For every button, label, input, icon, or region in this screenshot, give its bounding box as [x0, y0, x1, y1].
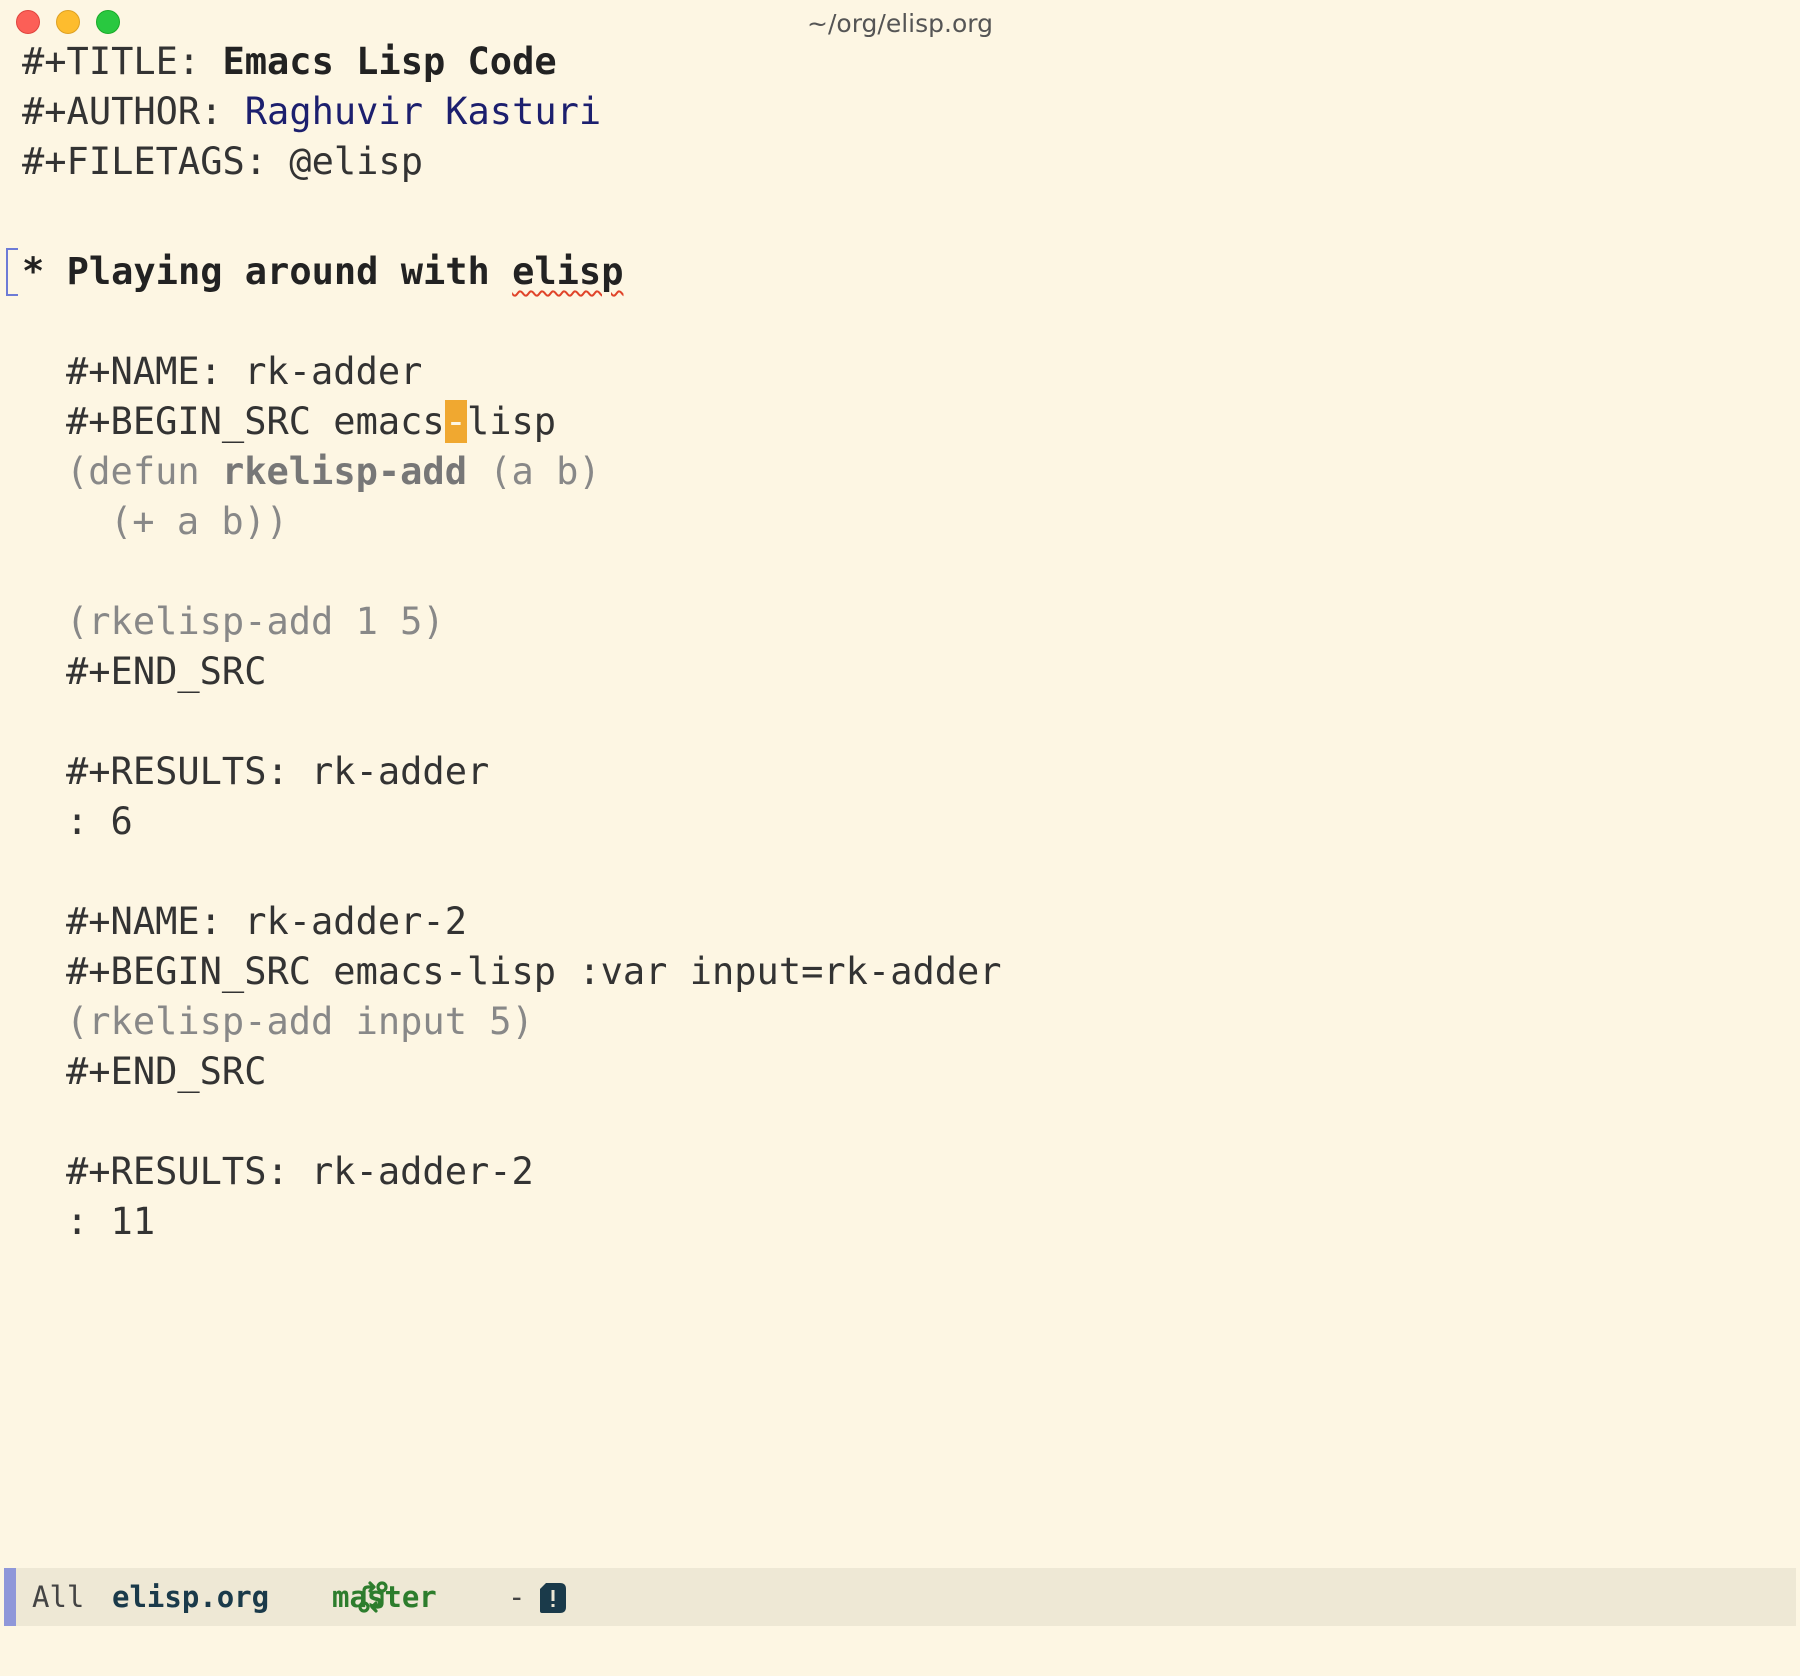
code-defun: (defun — [66, 450, 222, 493]
block1-begin-pre: #+BEGIN_SRC emacs — [66, 400, 445, 443]
buffer-position: All — [32, 1580, 85, 1614]
title-line[interactable]: #+TITLE: Emacs Lisp Code — [22, 37, 557, 87]
document-title: Emacs Lisp Code — [222, 40, 557, 83]
text-cursor: - — [444, 400, 467, 443]
author-name: Raghuvir Kasturi — [244, 90, 602, 133]
mode-line: All elisp.org master - — [4, 1568, 1796, 1626]
mode-line-active-bar — [4, 1568, 16, 1626]
heading-line[interactable]: * Playing around with elisp — [22, 247, 623, 297]
code-args: (a b) — [466, 450, 601, 493]
buffer-modified-flag: - — [508, 1580, 526, 1614]
block1-name-line[interactable]: #+NAME: rk-adder — [66, 347, 422, 397]
heading-text: Playing around with — [66, 250, 513, 293]
title-keyword: #+TITLE: — [22, 40, 223, 83]
block2-end-line[interactable]: #+END_SRC — [66, 1047, 266, 1097]
block1-result-value[interactable]: : 6 — [66, 797, 133, 847]
filetags-line[interactable]: #+FILETAGS: @elisp — [22, 137, 423, 187]
author-line[interactable]: #+AUTHOR: Raghuvir Kasturi — [22, 87, 601, 137]
fringe-indicator — [6, 248, 18, 296]
block1-code-line-1[interactable]: (defun rkelisp-add (a b) — [66, 447, 601, 497]
heading-misspelled-word: elisp — [512, 250, 624, 293]
block2-name-line[interactable]: #+NAME: rk-adder-2 — [66, 897, 467, 947]
author-keyword: #+AUTHOR: — [22, 90, 245, 133]
block1-results-line[interactable]: #+RESULTS: rk-adder — [66, 747, 489, 797]
block1-begin-post: lisp — [466, 400, 557, 443]
block2-begin-line[interactable]: #+BEGIN_SRC emacs-lisp :var input=rk-add… — [66, 947, 1002, 997]
buffer-filename[interactable]: elisp.org — [112, 1568, 269, 1626]
editor-buffer[interactable]: #+TITLE: Emacs Lisp Code #+AUTHOR: Raghu… — [22, 0, 1782, 1560]
block1-code-line-3[interactable]: (rkelisp-add 1 5) — [66, 597, 445, 647]
block2-code-line-1[interactable]: (rkelisp-add input 5) — [66, 997, 534, 1047]
block2-result-value[interactable]: : 11 — [66, 1197, 155, 1247]
block1-begin-line[interactable]: #+BEGIN_SRC emacs-lisp — [66, 397, 556, 447]
git-branch-name[interactable]: master — [332, 1568, 437, 1626]
block1-end-line[interactable]: #+END_SRC — [66, 647, 266, 697]
block2-results-line[interactable]: #+RESULTS: rk-adder-2 — [66, 1147, 534, 1197]
code-function-name: rkelisp-add — [221, 450, 467, 493]
heading-star: * — [22, 250, 67, 293]
block1-code-line-2[interactable]: (+ a b)) — [110, 497, 288, 547]
